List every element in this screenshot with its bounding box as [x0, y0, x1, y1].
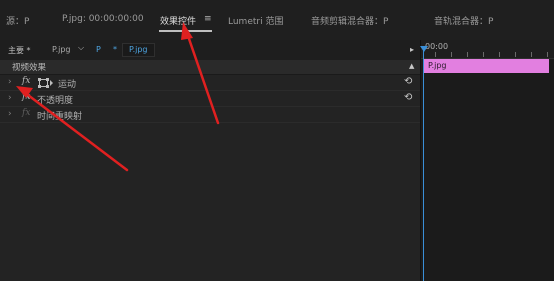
- video-effects-header: 视频效果: [0, 60, 420, 75]
- tab-effect-controls[interactable]: 效果控件: [160, 14, 196, 27]
- effect-label: 运动: [58, 80, 77, 90]
- tab-audio-clip-mixer[interactable]: 音频剪辑混合器：P: [311, 14, 388, 27]
- sequence-name[interactable]: P: [96, 45, 101, 54]
- scroll-up-icon[interactable]: ▲: [409, 62, 414, 70]
- chevron-down-icon[interactable]: ⌵: [78, 43, 84, 53]
- reset-icon[interactable]: ⟲: [404, 92, 412, 103]
- clip-selector-bar: 主要 * P.jpg ⌵ P * P.jpg: [0, 40, 420, 60]
- ruler-timecode: 00:00: [425, 42, 449, 51]
- active-tab-indicator: [159, 30, 212, 32]
- sequence-modified-star: *: [113, 45, 117, 54]
- fx-toggle-icon[interactable]: fx: [22, 108, 30, 118]
- fx-toggle-icon[interactable]: fx: [22, 76, 30, 86]
- effect-label: 时间重映射: [37, 112, 83, 122]
- reset-icon[interactable]: ⟲: [404, 76, 412, 87]
- master-clip-name[interactable]: P.jpg: [52, 45, 71, 54]
- expand-chevron-icon[interactable]: ›: [8, 77, 12, 87]
- effect-row-time-remapping[interactable]: › fx 时间重映射: [0, 107, 420, 123]
- transform-handle-icon[interactable]: [38, 78, 54, 88]
- expand-chevron-icon[interactable]: ›: [8, 93, 12, 103]
- tab-lumetri-scopes[interactable]: Lumetri 范围: [228, 14, 283, 27]
- playhead-line[interactable]: [423, 46, 424, 281]
- effect-row-motion[interactable]: › fx 运动 ⟲: [0, 75, 420, 91]
- panel-tab-bar: 源：P P.jpg: 00:00:00:00 效果控件 ≡ Lumetri 范围…: [0, 0, 554, 40]
- playhead-handle-icon[interactable]: [420, 46, 428, 52]
- clip-bar[interactable]: P.jpg: [424, 59, 549, 73]
- video-effects-label: 视频效果: [12, 63, 47, 73]
- tab-source[interactable]: 源：P: [6, 14, 29, 27]
- sequence-clip-chip[interactable]: P.jpg: [122, 43, 155, 57]
- fx-toggle-icon[interactable]: fx: [22, 92, 30, 102]
- time-ruler[interactable]: 00:00: [421, 40, 554, 59]
- master-label: 主要 *: [8, 46, 31, 55]
- effect-label: 不透明度: [37, 96, 74, 106]
- expand-chevron-icon[interactable]: ›: [8, 109, 12, 119]
- panel-menu-icon[interactable]: ≡: [204, 14, 212, 24]
- tab-source-clip[interactable]: P.jpg: 00:00:00:00: [62, 14, 144, 24]
- effect-controls-timeline[interactable]: [421, 40, 554, 281]
- effect-row-opacity[interactable]: › fx 不透明度 ⟲: [0, 91, 420, 107]
- tab-audio-track-mixer[interactable]: 音轨混合器：P: [434, 14, 493, 27]
- play-triangle-icon[interactable]: ▸: [410, 45, 414, 54]
